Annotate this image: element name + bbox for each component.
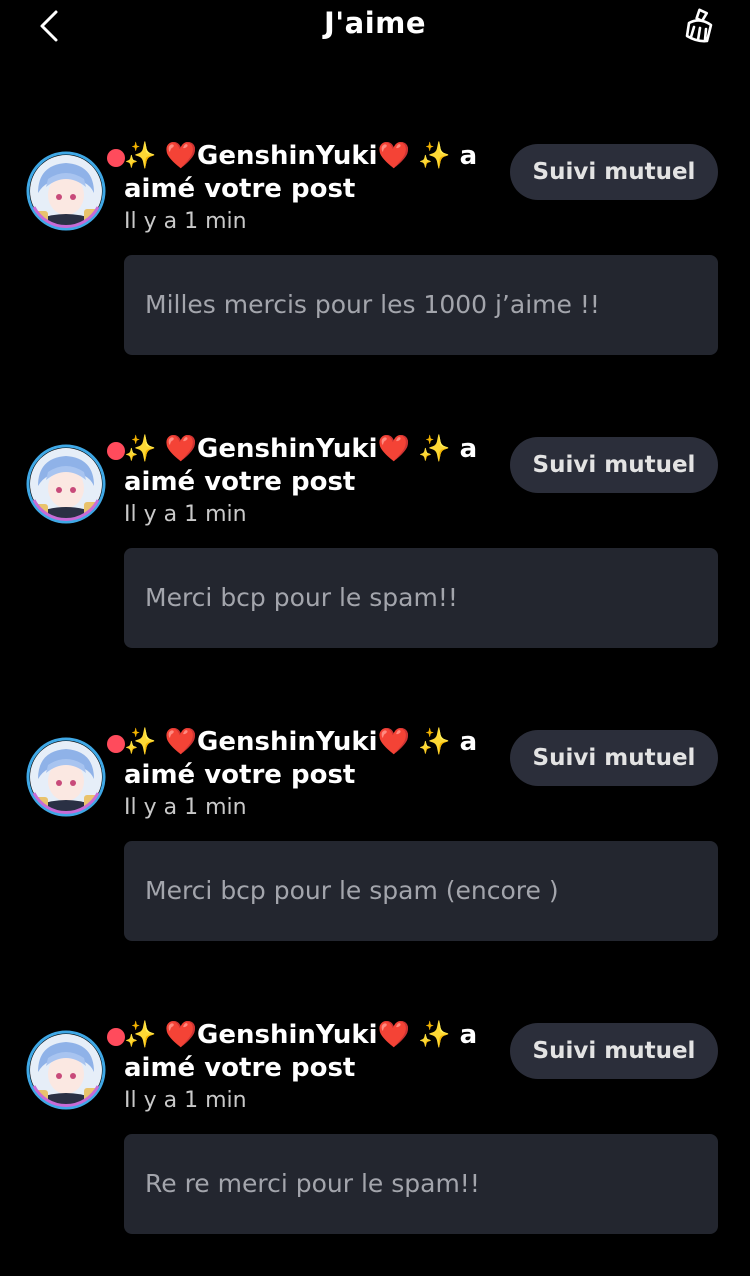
action-word: a (450, 1020, 478, 1050)
notification-dot-icon (107, 149, 125, 167)
liked-post-preview[interactable]: Merci bcp pour le spam (encore ) (124, 841, 718, 941)
sparkle-emoji: ✨ (409, 434, 451, 464)
heart-emoji: ❤️ (164, 1020, 198, 1050)
post-text: Merci bcp pour le spam!! (145, 583, 458, 612)
avatar[interactable] (24, 735, 125, 819)
mutual-follow-button[interactable]: Suivi mutuel (510, 144, 718, 200)
sparkle-emoji: ✨ (409, 141, 451, 171)
sparkle-emoji: ✨ (409, 1020, 451, 1050)
post-text: Milles mercis pour les 1000 j’aime !! (145, 290, 600, 319)
heart-emoji: ❤️ (164, 434, 198, 464)
action-word: a (450, 434, 478, 464)
top-bar: J'aime (0, 0, 750, 52)
avatar[interactable] (24, 1028, 125, 1112)
mutual-follow-button[interactable]: Suivi mutuel (510, 437, 718, 493)
sparkle-emoji: ✨ (409, 727, 451, 757)
notification-dot-icon (107, 1028, 125, 1046)
heart-emoji: ❤️ (377, 1020, 410, 1050)
timestamp: Il y a 1 min (124, 795, 247, 820)
notification-text: ✨ ❤️GenshinYuki❤️ ✨ a aimé votre post Il… (124, 433, 494, 530)
mutual-follow-button[interactable]: Suivi mutuel (510, 1023, 718, 1079)
action-text: aimé votre post (124, 1053, 356, 1083)
avatar[interactable] (24, 442, 125, 526)
notification-title: ✨ ❤️GenshinYuki❤️ ✨ a (124, 1019, 494, 1052)
broom-icon (685, 8, 713, 43)
liked-post-preview[interactable]: Milles mercis pour les 1000 j’aime !! (124, 255, 718, 355)
username[interactable]: GenshinYuki (197, 727, 378, 757)
liked-post-preview[interactable]: Merci bcp pour le spam!! (124, 548, 718, 648)
post-text: Re re merci pour le spam!! (145, 1169, 480, 1198)
sparkle-emoji: ✨ (124, 727, 165, 757)
timestamp: Il y a 1 min (124, 1088, 247, 1113)
notification-text: ✨ ❤️GenshinYuki❤️ ✨ a aimé votre post Il… (124, 140, 494, 237)
avatar[interactable] (24, 149, 125, 233)
notification-title: ✨ ❤️GenshinYuki❤️ ✨ a (124, 726, 494, 759)
heart-emoji: ❤️ (164, 141, 198, 171)
action-text: aimé votre post (124, 760, 356, 790)
liked-post-preview[interactable]: Re re merci pour le spam!! (124, 1134, 718, 1234)
action-word: a (450, 141, 478, 171)
username[interactable]: GenshinYuki (197, 1020, 378, 1050)
notification-item[interactable]: ✨ ❤️GenshinYuki❤️ ✨ a aimé votre post Il… (0, 135, 750, 375)
action-word: a (450, 727, 478, 757)
heart-emoji: ❤️ (377, 727, 410, 757)
clear-notifications-button[interactable] (680, 6, 720, 46)
notification-item[interactable]: ✨ ❤️GenshinYuki❤️ ✨ a aimé votre post Il… (0, 428, 750, 668)
action-text: aimé votre post (124, 174, 356, 204)
notification-dot-icon (107, 442, 125, 460)
timestamp: Il y a 1 min (124, 209, 247, 234)
timestamp: Il y a 1 min (124, 502, 247, 527)
post-text: Merci bcp pour le spam (encore ) (145, 876, 559, 905)
notification-text: ✨ ❤️GenshinYuki❤️ ✨ a aimé votre post Il… (124, 726, 494, 823)
action-text: aimé votre post (124, 467, 356, 497)
heart-emoji: ❤️ (164, 727, 198, 757)
heart-emoji: ❤️ (377, 141, 410, 171)
mutual-follow-button[interactable]: Suivi mutuel (510, 730, 718, 786)
username[interactable]: GenshinYuki (197, 434, 378, 464)
sparkle-emoji: ✨ (124, 141, 165, 171)
notification-title: ✨ ❤️GenshinYuki❤️ ✨ a (124, 433, 494, 466)
notification-item[interactable]: ✨ ❤️GenshinYuki❤️ ✨ a aimé votre post Il… (0, 1014, 750, 1254)
page-title: J'aime (323, 6, 427, 40)
notification-title: ✨ ❤️GenshinYuki❤️ ✨ a (124, 140, 494, 173)
notification-dot-icon (107, 735, 125, 753)
notification-item[interactable]: ✨ ❤️GenshinYuki❤️ ✨ a aimé votre post Il… (0, 721, 750, 961)
sparkle-emoji: ✨ (124, 1020, 165, 1050)
heart-emoji: ❤️ (377, 434, 410, 464)
username[interactable]: GenshinYuki (197, 141, 378, 171)
sparkle-emoji: ✨ (124, 434, 165, 464)
notification-text: ✨ ❤️GenshinYuki❤️ ✨ a aimé votre post Il… (124, 1019, 494, 1116)
